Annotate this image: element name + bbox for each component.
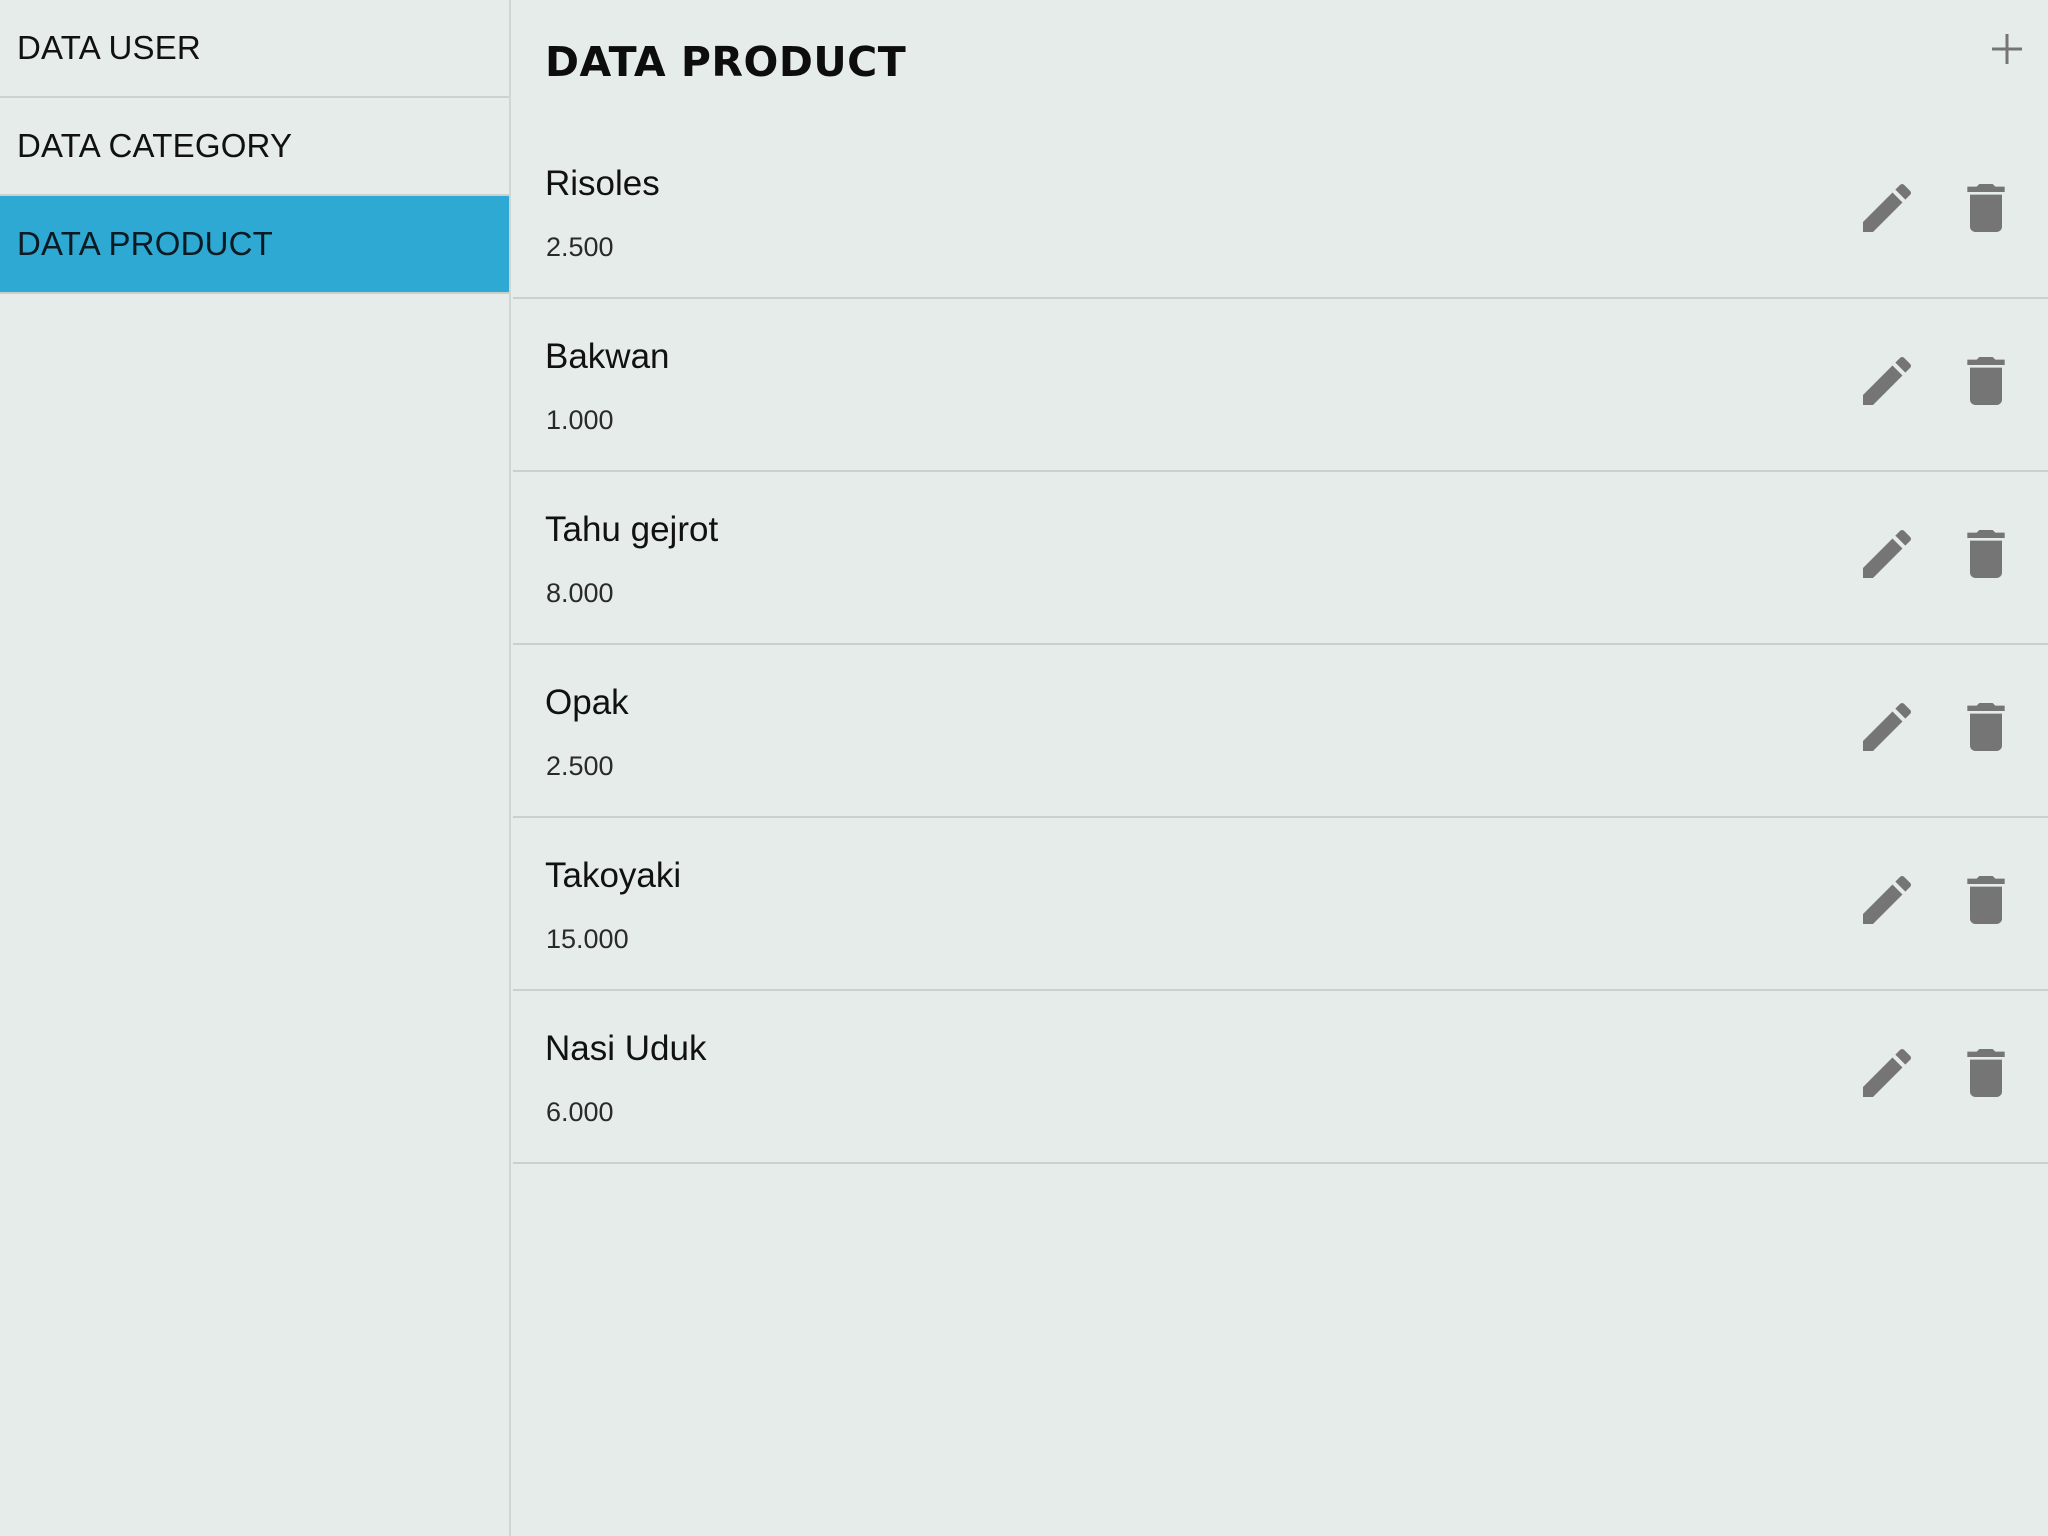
product-name: Tahu gejrot <box>545 510 719 549</box>
edit-product-button[interactable] <box>1855 868 1919 932</box>
product-name: Opak <box>545 683 629 722</box>
pencil-icon <box>1863 356 1912 405</box>
pencil-icon <box>1863 875 1912 924</box>
delete-product-button[interactable] <box>1954 349 2018 413</box>
plus-icon <box>1992 34 2022 64</box>
sidebar-item-data-product[interactable]: DATA PRODUCT <box>0 196 509 294</box>
product-row[interactable]: Bakwan 1.000 <box>513 299 2048 472</box>
product-row[interactable]: Takoyaki 15.000 <box>513 818 2048 991</box>
trash-icon <box>1967 876 2005 924</box>
product-price: 2.500 <box>546 232 614 262</box>
trash-icon <box>1967 184 2005 232</box>
header: DATA PRODUCT <box>513 0 2048 126</box>
sidebar: DATA USER DATA CATEGORY DATA PRODUCT <box>0 0 511 1536</box>
product-price: 2.500 <box>546 751 614 781</box>
delete-product-button[interactable] <box>1954 695 2018 759</box>
edit-product-button[interactable] <box>1855 522 1919 586</box>
pencil-icon <box>1863 1048 1912 1097</box>
sidebar-item-label: DATA USER <box>17 29 201 66</box>
product-row[interactable]: Risoles 2.500 <box>513 126 2048 299</box>
product-price: 8.000 <box>546 578 614 608</box>
sidebar-item-label: DATA PRODUCT <box>17 225 274 262</box>
product-name: Nasi Uduk <box>545 1029 707 1068</box>
sidebar-item-data-category[interactable]: DATA CATEGORY <box>0 98 509 196</box>
delete-product-button[interactable] <box>1954 176 2018 240</box>
product-name: Takoyaki <box>545 856 682 895</box>
edit-product-button[interactable] <box>1855 695 1919 759</box>
main-panel: DATA PRODUCT Risoles 2.500 Bakwan 1.000 <box>513 0 2048 1536</box>
delete-product-button[interactable] <box>1954 1041 2018 1105</box>
pencil-icon <box>1863 183 1912 232</box>
product-price: 1.000 <box>546 405 614 435</box>
product-row[interactable]: Nasi Uduk 6.000 <box>513 991 2048 1164</box>
pencil-icon <box>1863 529 1912 578</box>
product-row[interactable]: Tahu gejrot 8.000 <box>513 472 2048 645</box>
trash-icon <box>1967 703 2005 751</box>
product-list: Risoles 2.500 Bakwan 1.000 Tahu gejrot 8… <box>513 126 2048 1164</box>
trash-icon <box>1967 1049 2005 1097</box>
add-product-button[interactable] <box>1984 26 2030 72</box>
edit-product-button[interactable] <box>1855 349 1919 413</box>
app-window: DATA USER DATA CATEGORY DATA PRODUCT DAT… <box>0 0 2048 1536</box>
trash-icon <box>1967 530 2005 578</box>
edit-product-button[interactable] <box>1855 176 1919 240</box>
edit-product-button[interactable] <box>1855 1041 1919 1105</box>
sidebar-item-label: DATA CATEGORY <box>17 127 293 164</box>
product-price: 6.000 <box>546 1097 614 1127</box>
page-title: DATA PRODUCT <box>545 38 907 86</box>
product-name: Risoles <box>545 164 660 203</box>
pencil-icon <box>1863 702 1912 751</box>
trash-icon <box>1967 357 2005 405</box>
delete-product-button[interactable] <box>1954 868 2018 932</box>
product-price: 15.000 <box>546 924 629 954</box>
delete-product-button[interactable] <box>1954 522 2018 586</box>
product-row[interactable]: Opak 2.500 <box>513 645 2048 818</box>
sidebar-item-data-user[interactable]: DATA USER <box>0 0 509 98</box>
product-name: Bakwan <box>545 337 670 376</box>
